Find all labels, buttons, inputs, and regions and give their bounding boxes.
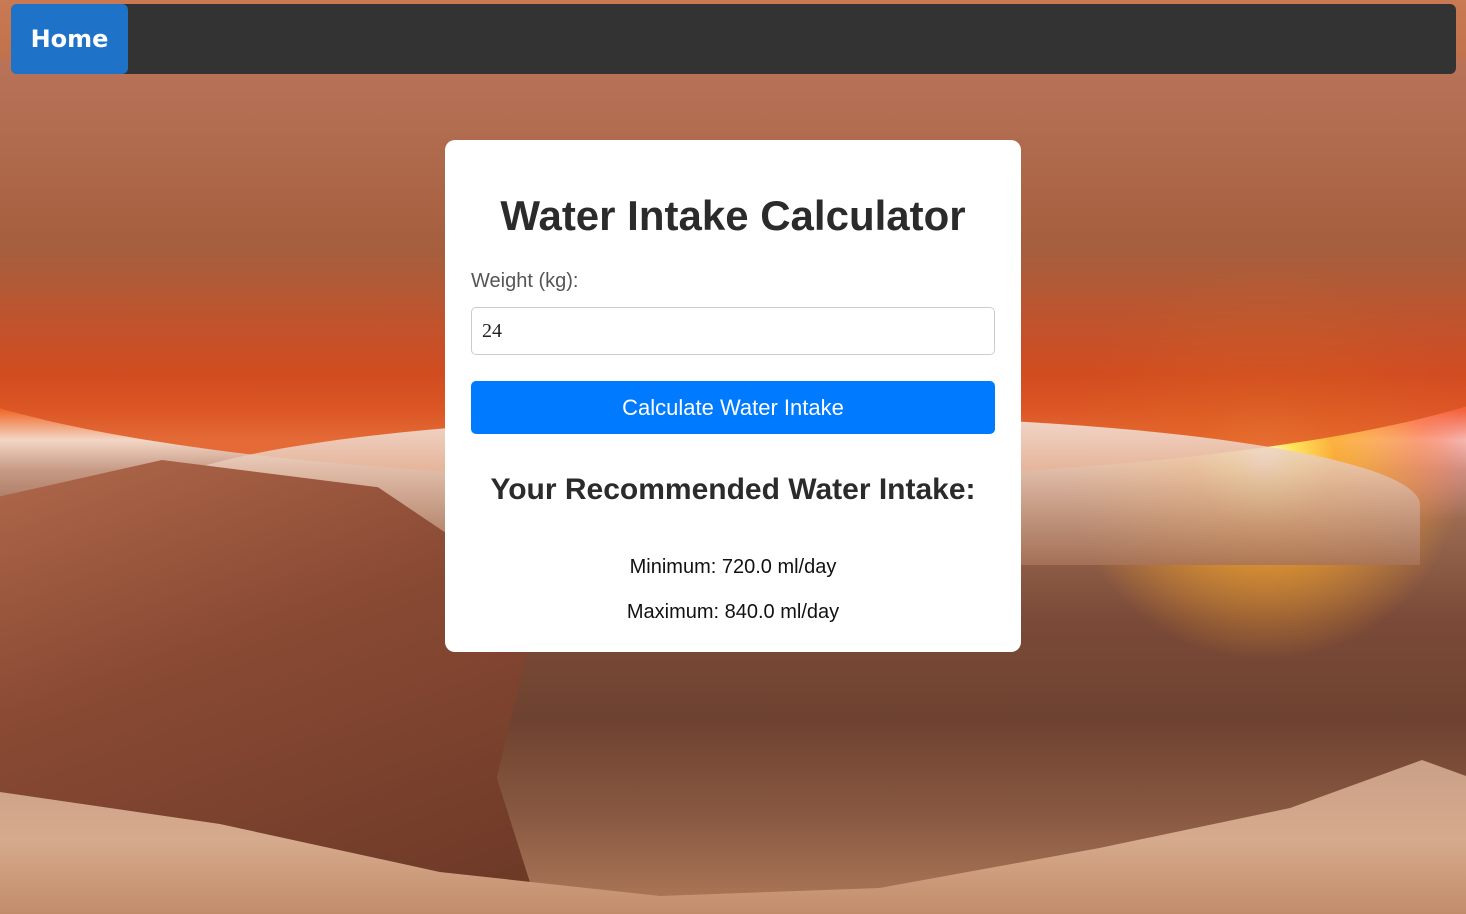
calculate-water-intake-button[interactable]: Calculate Water Intake [471,381,995,434]
calculator-card: Water Intake Calculator Weight (kg): Cal… [445,140,1021,652]
results-heading: Your Recommended Water Intake: [490,473,976,506]
maximum-intake-text: Maximum: 840.0 ml/day [626,601,840,623]
calculator-title: Water Intake Calculator [500,192,966,239]
minimum-intake-text: Minimum: 720.0 ml/day [629,556,837,578]
top-navigation-bar: Home [11,4,1456,74]
weight-input[interactable] [471,307,995,355]
home-nav-button[interactable]: Home [11,4,128,74]
weight-label: Weight (kg): [471,270,579,292]
